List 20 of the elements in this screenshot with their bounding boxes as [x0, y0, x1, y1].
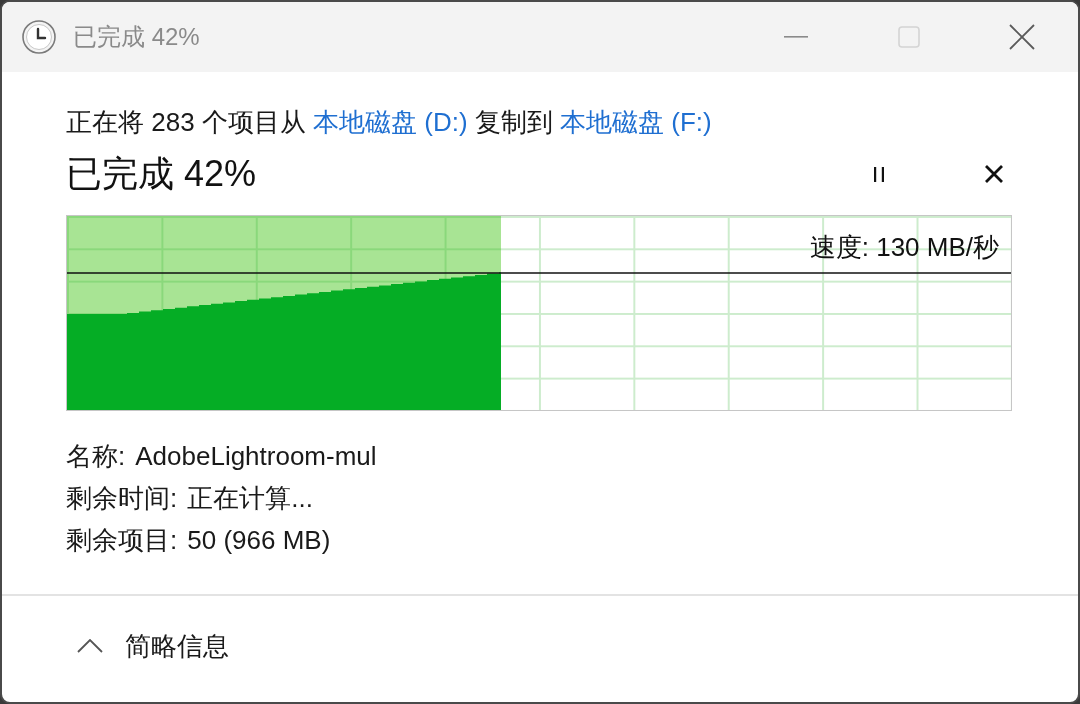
maximize-icon	[897, 26, 920, 48]
close-icon	[1008, 24, 1035, 50]
detail-label: 名称:	[66, 440, 126, 473]
progress-heading: 已完成 42%	[66, 152, 257, 196]
detail-label: 剩余项目:	[66, 524, 178, 557]
drive-link[interactable]: 本地磁盘 (D:)	[313, 107, 468, 137]
detail-value: 正在计算...	[187, 482, 313, 515]
clock-icon	[22, 20, 56, 54]
details-toggle[interactable]: 简略信息	[75, 622, 231, 670]
caret-icon	[77, 639, 103, 653]
window-title: 已完成 42%	[73, 22, 200, 52]
copy-summary: 正在将 283 个项目从 本地磁盘 (D:) 复制到 本地磁盘 (F:)	[66, 106, 713, 139]
close-icon	[984, 164, 1004, 184]
speed-label: 速度: 130 MB/秒	[809, 231, 999, 264]
minimize-icon	[783, 36, 808, 38]
detail-label: 剩余时间:	[66, 482, 178, 515]
drive-link[interactable]: 本地磁盘 (F:)	[560, 107, 712, 137]
detail-value: 50 (966 MB)	[187, 524, 331, 557]
detail-value: AdobeLightroom-mul	[135, 440, 377, 473]
pause-icon	[874, 166, 884, 182]
